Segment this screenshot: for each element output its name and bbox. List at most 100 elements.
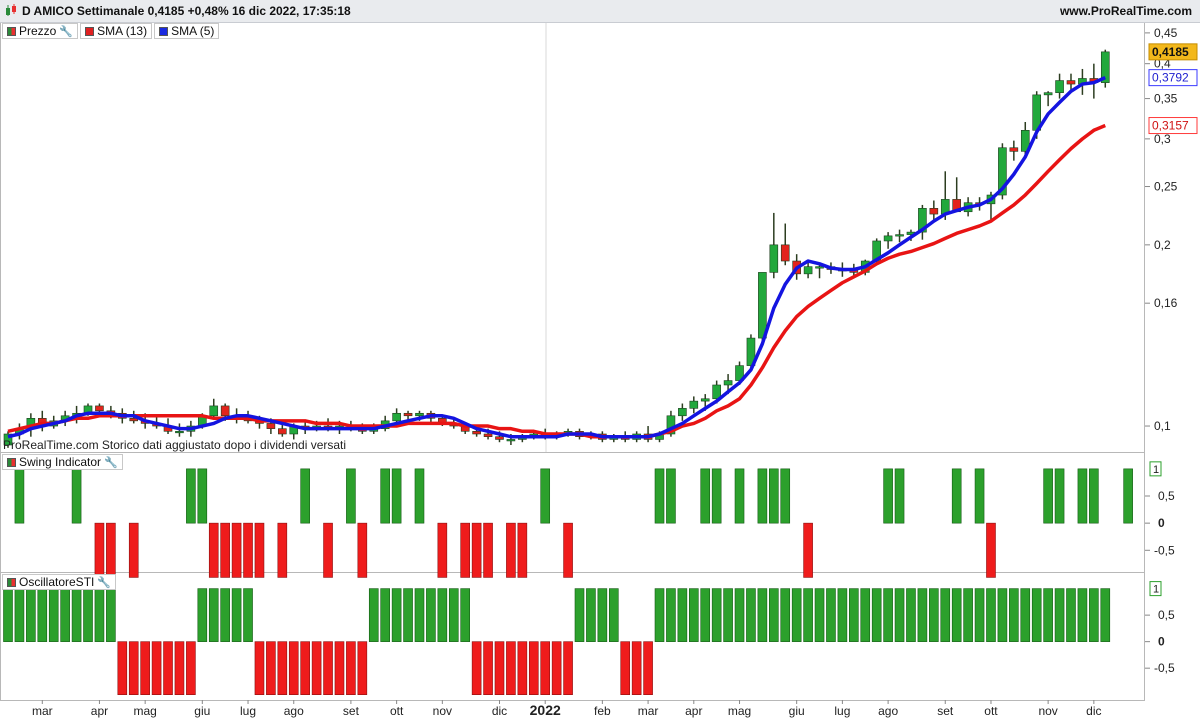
swing-bar [883,468,893,524]
swing-tick-label: 0,5 [1158,489,1175,503]
sti-bar [940,588,951,642]
sti-bar [860,588,871,642]
sti-tick-label: 0,5 [1158,608,1175,622]
sti-bar [220,588,230,642]
swing-bar [894,468,905,524]
sti-bar [917,588,928,642]
price-legend: Prezzo 🔧 SMA (13) SMA (5) [2,23,221,39]
swing-bar [254,522,265,578]
sti-bar [506,641,516,695]
sti-bar [83,588,93,642]
swing-bar [14,468,25,524]
swing-legend: Swing Indicator 🔧 [2,454,125,470]
swing-bar [71,468,82,524]
swing-bar [563,522,573,578]
sti-bar [586,588,596,642]
swing-bar [974,468,985,524]
wrench-icon[interactable]: 🔧 [97,576,111,589]
price-tick-label: 0,35 [1154,92,1178,106]
candle-body [678,408,687,417]
legend-sti[interactable]: OscillatoreSTI 🔧 [2,574,117,590]
swing-bar [540,468,551,524]
sti-bar [266,641,276,695]
wrench-icon[interactable]: 🔧 [59,25,73,38]
swing-bar [357,522,368,578]
swing-bar [951,468,962,524]
sti-bar [631,641,642,695]
sti-bar [368,588,379,642]
sti-bar [231,588,242,642]
swing-bar [654,468,665,524]
sti-bar [300,641,310,695]
sti-bar [963,588,973,642]
candle-body [780,244,790,262]
wrench-icon[interactable]: 🔧 [104,456,118,469]
sti-bar [517,641,528,695]
sma13-swatch-icon [85,26,95,36]
x-tick-label: ago [878,704,898,718]
x-tick-label: ott [390,704,404,718]
sti-bar [380,588,390,642]
sti-bar [311,641,322,695]
swing-bar [1077,468,1088,524]
candle-body [883,235,893,242]
swing-bar [1054,468,1065,524]
x-tick-label: lug [240,704,256,718]
sti-bar [277,641,288,695]
swing-bar [780,468,791,524]
swing-bar [986,522,996,578]
candle-body [1055,80,1064,93]
legend-prezzo[interactable]: Prezzo 🔧 [2,23,79,39]
sti-bar [323,641,333,695]
swing-bar [460,522,471,578]
swing-bar [1043,468,1053,524]
candle-body [175,431,184,434]
x-tick-label: dic [1086,704,1101,718]
sti-swatch-icon [7,577,16,587]
candle-body [483,433,493,438]
sti-bar [1077,588,1088,642]
sti-bar [849,588,859,642]
sti-bar [460,588,471,642]
candle-body [278,428,287,435]
swing-bar [757,468,768,524]
sti-bar [471,641,482,695]
sti-value-label: 1 [1153,584,1159,596]
candle-body [723,380,733,386]
x-tick-label: nov [433,704,452,718]
candle-body [1009,147,1019,152]
candlestick-icon[interactable] [5,4,17,17]
sti-bar [666,588,676,642]
price-panel-frame [0,22,1145,453]
sti-bar [94,588,105,642]
candle-body [1043,92,1053,96]
legend-sma5-label: SMA (5) [171,24,215,38]
sti-bar [997,588,1008,642]
sti-bar [208,588,219,642]
swing-bar [700,468,711,524]
legend-sma5[interactable]: SMA (5) [154,23,220,39]
swing-bar [323,522,333,578]
sti-bar [151,641,162,695]
swing-bar [231,522,242,578]
sti-bar [1031,588,1042,642]
candle-body [689,400,699,409]
prezzo-swatch-icon [7,26,16,36]
candle-body [815,266,824,269]
x-tick-label: ott [984,704,998,718]
sti-bar [163,641,173,695]
sti-bar [871,588,882,642]
swing-bar [380,468,390,524]
swing-value-label: 1 [1153,464,1159,476]
sti-bar [620,641,631,695]
legend-swing[interactable]: Swing Indicator 🔧 [2,454,123,470]
brand-link[interactable]: www.ProRealTime.com [1060,4,1192,18]
sti-bar [128,641,139,695]
sti-bar [174,641,185,695]
candle-body [495,436,504,440]
swing-tick-label: -0,5 [1154,543,1175,557]
sti-bar [140,641,150,695]
legend-sma13[interactable]: SMA (13) [80,23,153,39]
sma13-value-tag: 0,3157 [1152,119,1189,133]
last-price-tag: 0,4185 [1152,45,1189,59]
